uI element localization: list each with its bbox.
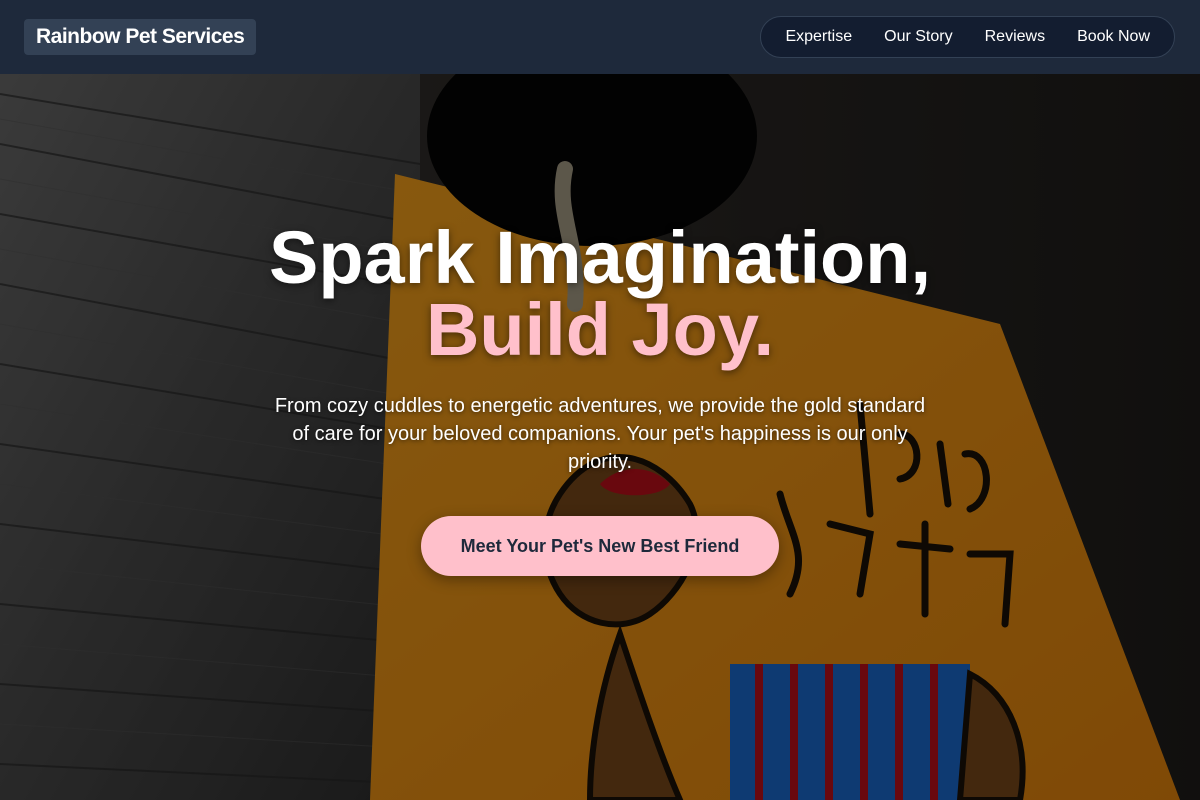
main-nav: Expertise Our Story Reviews Book Now (760, 16, 1175, 58)
hero-headline: Spark Imagination, Build Joy. (0, 216, 1200, 371)
nav-link-our-story[interactable]: Our Story (868, 17, 968, 57)
headline-line-2-accent: Build Joy. (425, 288, 775, 371)
brand-logo[interactable]: Rainbow Pet Services (24, 19, 257, 55)
meet-best-friend-button[interactable]: Meet Your Pet's New Best Friend (421, 516, 779, 576)
hero-subtext: From cozy cuddles to energetic adventure… (274, 395, 926, 473)
nav-link-expertise[interactable]: Expertise (769, 17, 868, 57)
headline-line-1: Spark Imagination, (268, 216, 932, 299)
site-header: Rainbow Pet Services Expertise Our Story… (0, 0, 1200, 74)
nav-link-reviews[interactable]: Reviews (969, 17, 1061, 57)
hero-section: Spark Imagination, Build Joy. From cozy … (0, 74, 1200, 800)
nav-link-book-now[interactable]: Book Now (1061, 17, 1166, 57)
